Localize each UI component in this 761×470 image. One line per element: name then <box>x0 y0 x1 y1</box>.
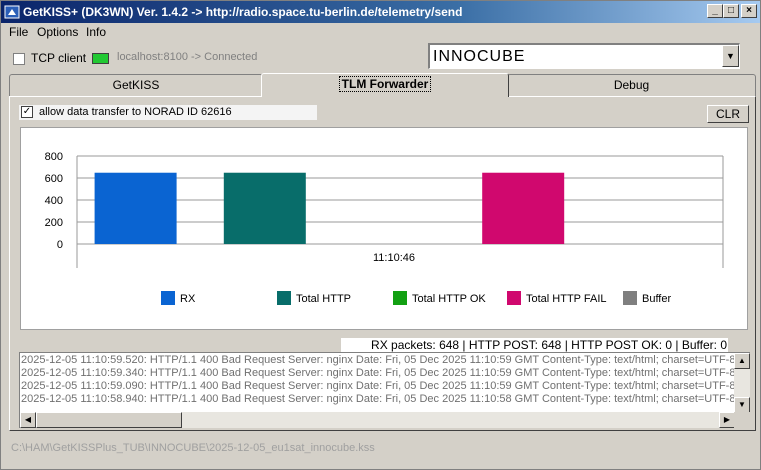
chart-svg: 800 600 400 200 0 11:10:46 RX Total HTTP Total H… <box>45 151 724 305</box>
satellite-select-value: INNOCUBE <box>433 48 526 65</box>
menu-bar: File Options Info <box>1 23 760 41</box>
chart-legend-label: Buffer <box>642 293 671 305</box>
chart-y-tick-label: 600 <box>45 173 63 185</box>
stats-line: RX packets: 648 | HTTP POST: 648 | HTTP … <box>341 338 728 353</box>
scroll-up-icon[interactable]: ▲ <box>734 353 750 369</box>
connection-status-led <box>92 53 109 64</box>
chart-bar <box>223 172 306 244</box>
menu-options[interactable]: Options <box>37 25 78 39</box>
log-item: 2025-12-05 11:10:59.340: HTTP/1.1 400 Ba… <box>21 367 750 379</box>
log-item: 2025-12-05 11:10:58.940: HTTP/1.1 400 Ba… <box>21 393 750 405</box>
menu-file[interactable]: File <box>9 25 28 39</box>
telemetry-chart: 800 600 400 200 0 11:10:46 RX Total HTTP Total H… <box>20 127 748 330</box>
chart-bar <box>482 172 565 244</box>
tab-getkiss-label: GetKISS <box>112 78 160 92</box>
chart-y-tick-label: 400 <box>45 195 63 207</box>
chart-y-tick-label: 0 <box>57 239 63 251</box>
clear-button[interactable]: CLR <box>707 105 749 123</box>
log-vertical-scrollbar[interactable]: ▲ ▼ <box>734 353 750 413</box>
chart-legend-swatch <box>161 291 175 305</box>
tab-tlm-forwarder-label: TLM Forwarder <box>338 76 432 92</box>
chart-legend-swatch <box>623 291 637 305</box>
chart-legend-label: Total HTTP FAIL <box>526 293 607 305</box>
log-horizontal-scrollbar[interactable]: ◀ ▶ <box>20 412 735 428</box>
chart-legend-label: Total HTTP <box>296 293 351 305</box>
log-item: 2025-12-05 11:10:59.090: HTTP/1.1 400 Ba… <box>21 380 750 392</box>
scrollbar-corner <box>734 412 750 428</box>
menu-info[interactable]: Info <box>86 25 106 39</box>
log-list[interactable]: 2025-12-05 11:10:59.520: HTTP/1.1 400 Ba… <box>19 352 750 428</box>
tab-tlm-forwarder[interactable]: TLM Forwarder <box>261 73 509 97</box>
tcp-client-checkbox[interactable] <box>13 53 25 65</box>
minimize-button[interactable]: _ <box>707 4 723 18</box>
tab-debug-label: Debug <box>613 78 650 92</box>
chart-bar <box>94 172 177 244</box>
horizontal-scroll-thumb[interactable] <box>36 412 182 428</box>
main-window: GetKISS+ (DK3WN) Ver. 1.4.2 -> http://ra… <box>0 0 761 470</box>
log-item: 2025-12-05 11:10:59.520: HTTP/1.1 400 Ba… <box>21 354 750 366</box>
allow-transfer-row[interactable]: ✓ allow data transfer to NORAD ID 62616 <box>19 105 317 120</box>
tcp-client-label[interactable]: TCP client <box>31 51 86 65</box>
chart-legend-label: Total HTTP OK <box>412 293 486 305</box>
close-button[interactable]: × <box>741 4 757 18</box>
tab-debug[interactable]: Debug <box>507 74 756 96</box>
chart-x-tick-label: 11:10:46 <box>373 252 415 264</box>
chart-y-tick-label: 800 <box>45 151 63 163</box>
chart-legend-swatch <box>393 291 407 305</box>
tab-getkiss[interactable]: GetKISS <box>9 74 263 96</box>
scroll-right-icon[interactable]: ▶ <box>719 412 735 428</box>
maximize-button[interactable]: □ <box>723 4 739 18</box>
scroll-down-icon[interactable]: ▼ <box>734 397 750 413</box>
status-path: C:\HAM\GetKISSPlus_TUB\INNOCUBE\2025-12-… <box>11 442 375 454</box>
allow-transfer-checkbox[interactable]: ✓ <box>21 106 33 118</box>
chart-legend-swatch <box>507 291 521 305</box>
chart-legend-swatch <box>277 291 291 305</box>
scroll-left-icon[interactable]: ◀ <box>20 412 36 428</box>
title-bar[interactable]: GetKISS+ (DK3WN) Ver. 1.4.2 -> http://ra… <box>1 1 760 23</box>
chart-y-tick-label: 200 <box>45 217 63 229</box>
allow-transfer-label: allow data transfer to NORAD ID 62616 <box>39 106 232 118</box>
dropdown-arrow-icon[interactable]: ▼ <box>722 45 739 67</box>
chart-legend-label: RX <box>180 293 196 305</box>
window-title: GetKISS+ (DK3WN) Ver. 1.4.2 -> http://ra… <box>23 5 463 19</box>
satellite-select[interactable]: INNOCUBE ▼ <box>428 43 740 69</box>
connection-status-text: localhost:8100 -> Connected <box>117 51 258 63</box>
app-icon <box>4 5 20 19</box>
